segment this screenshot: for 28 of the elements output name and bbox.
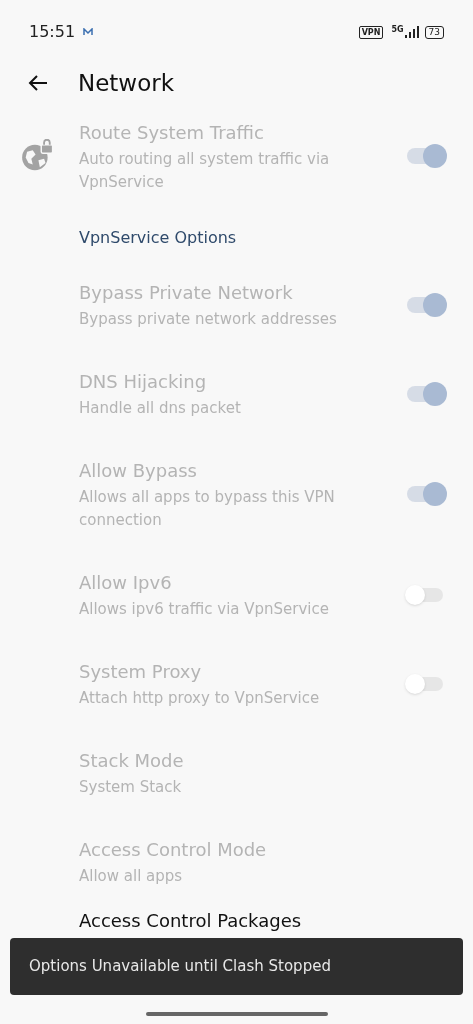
item-subtitle: Allow all apps (79, 866, 184, 887)
battery-level: 73 (424, 25, 444, 39)
item-subtitle: Attach http proxy to VpnService (79, 688, 321, 709)
item-title: System Proxy (79, 660, 203, 684)
section-header: VpnService Options (79, 228, 237, 247)
item-subtitle: Auto routing all system traffic via VpnService (79, 149, 331, 193)
item-subtitle: Handle all dns packet (79, 398, 242, 419)
item-title: Bypass Private Network (79, 281, 294, 305)
item-subtitle: Allows ipv6 traffic via VpnService (79, 599, 330, 620)
item-title: Route System Traffic (79, 121, 265, 145)
settings-item[interactable]: Access Control Packages (0, 906, 473, 936)
clock-time: 15:51 (29, 21, 76, 43)
item-title: Allow Bypass (79, 459, 198, 483)
back-arrow-icon (28, 74, 48, 92)
network-type: 5G (391, 24, 404, 36)
item-subtitle: Bypass private network addresses (79, 309, 338, 330)
item-subtitle: System Stack (79, 777, 183, 798)
signal-icon (404, 26, 419, 38)
item-title: Access Control Packages (79, 909, 303, 933)
item-title: Stack Mode (79, 749, 185, 773)
snackbar-message: Options Unavailable until Clash Stopped (29, 956, 331, 978)
page-title: Network (78, 68, 175, 98)
mail-icon (83, 28, 94, 36)
item-title: Access Control Mode (79, 838, 268, 862)
item-subtitle: Allows all apps to bypass this VPN connection (79, 487, 336, 531)
item-title: DNS Hijacking (79, 370, 208, 394)
vpn-badge: VPN (358, 25, 384, 39)
item-title: Allow Ipv6 (79, 571, 173, 595)
